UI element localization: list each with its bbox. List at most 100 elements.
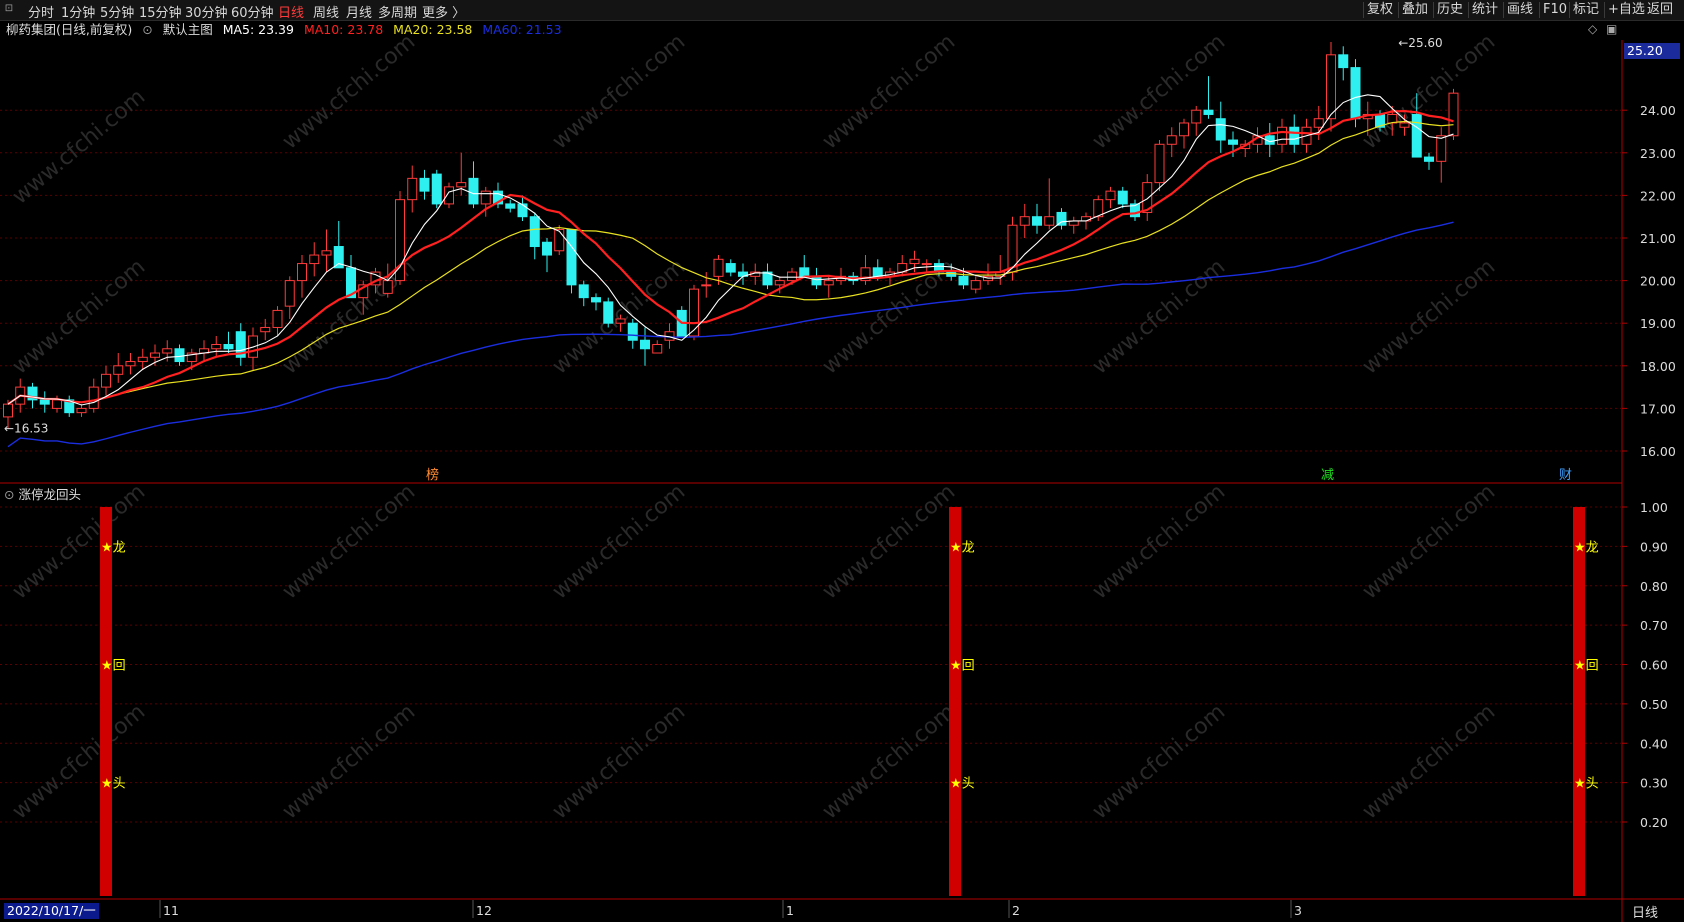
candle-body <box>811 275 822 286</box>
indicator-title[interactable]: ⊙ 涨停龙回头 <box>4 486 81 504</box>
price-tick-label: 17.00 <box>1640 401 1676 416</box>
month-label: 12 <box>476 903 492 918</box>
cursor-date: 2022/10/17/一 <box>4 903 99 919</box>
candle-body <box>1166 135 1177 145</box>
signal-marker: ★回 <box>101 659 126 674</box>
candle-body <box>260 326 271 333</box>
candle-body <box>603 301 614 324</box>
candle-body <box>223 344 234 350</box>
candle-body <box>1032 216 1042 226</box>
watermark: www.cfchi.com <box>1358 479 1500 604</box>
candle-body <box>578 284 589 299</box>
candle-body <box>3 403 13 418</box>
watermark: www.cfchi.com <box>278 699 420 824</box>
low-price-label: ←16.53 <box>4 421 48 435</box>
candle-body <box>725 263 736 273</box>
candle-body <box>1056 211 1067 226</box>
indicator-tick-label: 0.60 <box>1640 658 1668 673</box>
candle-body <box>1019 216 1030 226</box>
watermark: www.cfchi.com <box>548 29 690 154</box>
candle-body <box>150 352 160 358</box>
candle-body <box>1154 143 1165 184</box>
candle-body <box>113 365 124 375</box>
candle-body <box>272 309 283 328</box>
signal-bar <box>949 507 961 896</box>
candle-body <box>1436 135 1447 162</box>
period-label[interactable]: 日线 <box>1632 902 1658 921</box>
candle-body <box>517 203 528 218</box>
candle-body <box>1326 54 1336 120</box>
watermark: www.cfchi.com <box>278 479 420 604</box>
candle-body <box>1350 67 1361 120</box>
candle-body <box>1081 216 1091 222</box>
candle-body <box>162 348 173 354</box>
candle-body <box>823 280 834 286</box>
candle-body <box>297 263 307 282</box>
candle-body <box>689 288 699 337</box>
candle-body <box>799 267 810 277</box>
candle-body <box>211 344 222 350</box>
signal-marker: ★龙 <box>950 540 975 555</box>
price-tick-label: 24.00 <box>1640 103 1676 118</box>
price-tick-label: 21.00 <box>1640 231 1676 246</box>
high-price-label: ←25.60 <box>1398 36 1442 50</box>
watermark: www.cfchi.com <box>818 699 960 824</box>
signal-bar <box>1573 507 1585 896</box>
candle-body <box>1179 122 1189 137</box>
candle-body <box>774 280 785 286</box>
watermark: www.cfchi.com <box>1358 254 1500 379</box>
candle-body <box>1399 122 1410 128</box>
current-price-tag: 25.20 <box>1624 43 1680 59</box>
candle-body <box>1289 126 1300 145</box>
candle-body <box>52 399 62 409</box>
candle-body <box>1313 118 1324 128</box>
watermark: www.cfchi.com <box>8 699 150 824</box>
event-marker[interactable]: 财 <box>1559 468 1572 483</box>
candle-body <box>566 228 577 286</box>
watermark: www.cfchi.com <box>1088 699 1230 824</box>
candle-body <box>456 182 467 188</box>
candle-body <box>1424 156 1434 162</box>
candle-body <box>921 263 932 266</box>
candle-body <box>1411 113 1422 158</box>
watermark: www.cfchi.com <box>1088 254 1230 379</box>
candle-body <box>542 241 552 256</box>
signal-marker: ★龙 <box>1574 540 1599 555</box>
candle-body <box>1277 126 1287 145</box>
watermark: www.cfchi.com <box>8 254 150 379</box>
candle-body <box>431 173 442 205</box>
candle-body <box>76 407 87 414</box>
indicator-tick-label: 0.50 <box>1640 697 1668 712</box>
month-label: 11 <box>163 903 179 918</box>
indicator-tick-label: 0.80 <box>1640 579 1668 594</box>
signal-marker: ★头 <box>101 777 126 792</box>
candle-body <box>909 258 920 265</box>
price-tick-label: 23.00 <box>1640 146 1676 161</box>
candle-body <box>1044 216 1055 226</box>
price-tick-label: 18.00 <box>1640 359 1676 374</box>
month-label: 1 <box>786 903 794 918</box>
watermark: www.cfchi.com <box>1358 699 1500 824</box>
indicator-settings-icon[interactable]: ⊙ <box>4 487 14 502</box>
event-marker[interactable]: 减 <box>1321 468 1334 483</box>
candle-body <box>1117 190 1128 205</box>
indicator-name: 涨停龙回头 <box>18 487 81 502</box>
signal-bar <box>100 507 112 896</box>
candle-body <box>382 280 393 294</box>
candle-body <box>640 339 650 350</box>
candle-body <box>88 386 99 409</box>
candle-body <box>1105 190 1116 201</box>
month-label: 2 <box>1012 903 1020 918</box>
candle-body <box>125 361 136 367</box>
event-marker[interactable]: 榜 <box>426 467 439 483</box>
price-tick-label: 20.00 <box>1640 274 1676 289</box>
candle-body <box>444 186 454 205</box>
signal-marker: ★回 <box>950 659 975 674</box>
kline-chart[interactable]: 16.0017.0018.0019.0020.0021.0022.0023.00… <box>0 0 1684 922</box>
watermark: www.cfchi.com <box>1088 479 1230 604</box>
price-tick-label: 19.00 <box>1640 316 1676 331</box>
indicator-tick-label: 0.30 <box>1640 776 1668 791</box>
candle-body <box>1203 109 1214 115</box>
candle-body <box>407 177 418 201</box>
candle-body <box>1448 92 1459 137</box>
